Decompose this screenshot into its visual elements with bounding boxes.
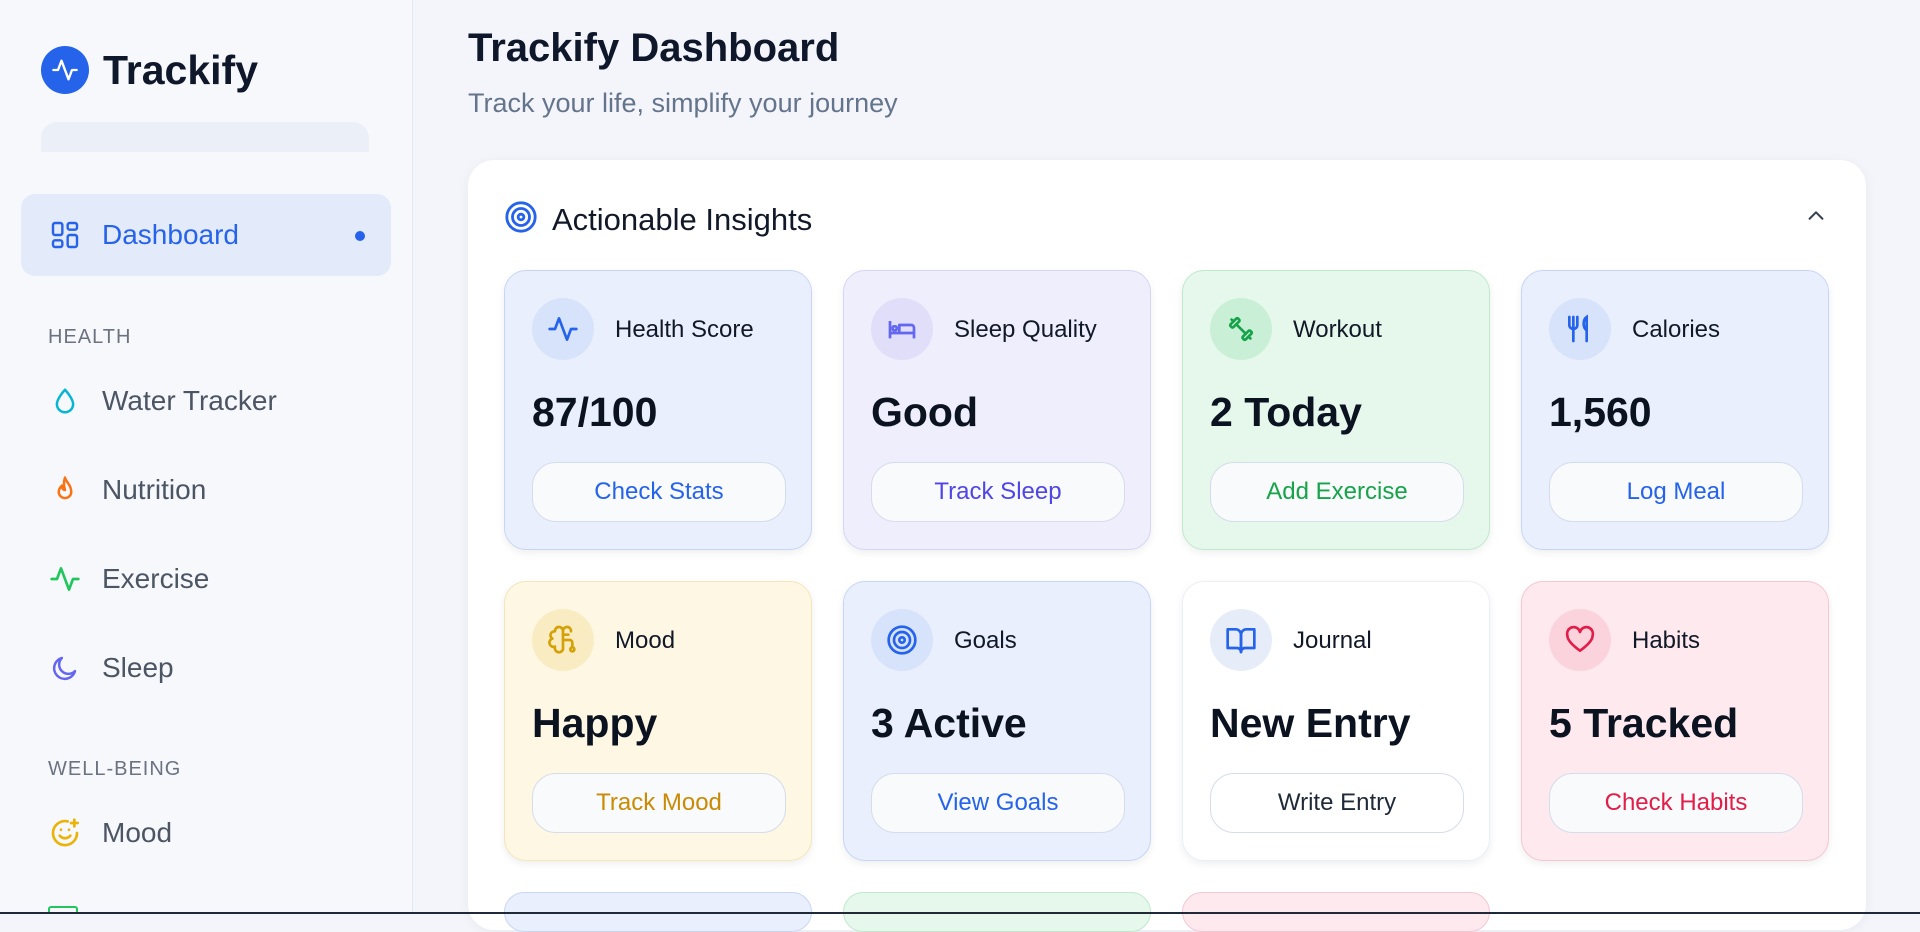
sidebar-item-label: Exercise <box>102 563 210 594</box>
card-value: 1,560 <box>1549 389 1652 435</box>
section-label-health: HEALTH <box>48 326 132 348</box>
target-icon <box>871 609 933 671</box>
droplet-icon <box>45 381 85 421</box>
card-value: Good <box>871 389 979 435</box>
sidebar-item-mood[interactable]: Mood <box>21 792 391 874</box>
chevron-up-icon <box>1805 205 1827 232</box>
activity-logo-icon <box>41 46 89 94</box>
card-label: Habits <box>1632 627 1701 654</box>
moon-icon <box>45 648 85 688</box>
card-value: 87/100 <box>532 389 658 435</box>
insight-card-goals: Goals 3 Active View Goals <box>843 581 1151 861</box>
card-label: Journal <box>1293 627 1372 654</box>
insight-card-calories: Calories 1,560 Log Meal <box>1521 270 1829 550</box>
card-label: Goals <box>954 627 1017 654</box>
brand[interactable]: Trackify <box>41 46 258 94</box>
layout-dashboard-icon <box>45 215 85 255</box>
sidebar-search-box[interactable] <box>41 122 369 152</box>
bed-icon <box>871 298 933 360</box>
track-sleep-button[interactable]: Track Sleep <box>871 462 1125 522</box>
card-label: Calories <box>1632 316 1721 343</box>
card-label: Workout <box>1293 316 1382 343</box>
sidebar-item-label: Sleep <box>102 652 174 683</box>
sidebar-item-label: Water Tracker <box>102 385 277 416</box>
insight-card-journal: Journal New Entry Write Entry <box>1182 581 1490 861</box>
section-label-well-being: WELL-BEING <box>48 758 182 780</box>
activity-icon <box>45 559 85 599</box>
log-meal-button[interactable]: Log Meal <box>1549 462 1803 522</box>
brain-icon <box>532 609 594 671</box>
insights-panel: Actionable Insights Health Score 87/100 … <box>468 160 1866 932</box>
insight-card-habits: Habits 5 Tracked Check Habits <box>1521 581 1829 861</box>
add-exercise-button[interactable]: Add Exercise <box>1210 462 1464 522</box>
check-habits-button[interactable]: Check Habits <box>1549 773 1803 833</box>
insight-card-workout: Workout 2 Today Add Exercise <box>1182 270 1490 550</box>
view-goals-button[interactable]: View Goals <box>871 773 1125 833</box>
sidebar-item-label: Dashboard <box>102 219 239 250</box>
smile-plus-icon <box>45 813 85 853</box>
dumbbell-icon <box>1210 298 1272 360</box>
insights-header: Actionable Insights <box>504 200 812 239</box>
activity-icon <box>532 298 594 360</box>
card-label: Sleep Quality <box>954 316 1097 343</box>
card-label: Health Score <box>615 316 754 343</box>
card-value: New Entry <box>1210 700 1411 746</box>
card-label: Mood <box>615 627 676 654</box>
sidebar-item-dashboard[interactable]: Dashboard <box>21 194 391 276</box>
card-value: 5 Tracked <box>1549 700 1739 746</box>
write-entry-button[interactable]: Write Entry <box>1210 773 1464 833</box>
sidebar: Trackify Dashboard HEALTH Water Tracker … <box>0 0 413 914</box>
insight-card-mood: Mood Happy Track Mood <box>504 581 812 861</box>
heart-icon <box>1549 609 1611 671</box>
track-mood-button[interactable]: Track Mood <box>532 773 786 833</box>
sidebar-item-exercise[interactable]: Exercise <box>21 538 391 620</box>
card-value: Happy <box>532 700 658 746</box>
utensils-icon <box>1549 298 1611 360</box>
collapse-button[interactable] <box>1802 204 1830 232</box>
insights-title: Actionable Insights <box>552 201 813 237</box>
sidebar-item-sleep[interactable]: Sleep <box>21 627 391 709</box>
insight-card-sleep-quality: Sleep Quality Good Track Sleep <box>843 270 1151 550</box>
check-stats-button[interactable]: Check Stats <box>532 462 786 522</box>
sidebar-item-label: Mood <box>102 817 173 848</box>
page-title: Trackify Dashboard <box>468 26 840 70</box>
card-value: 3 Active <box>871 700 1027 746</box>
sidebar-item-nutrition[interactable]: Nutrition <box>21 449 391 531</box>
active-indicator <box>355 231 365 241</box>
card-value: 2 Today <box>1210 389 1362 435</box>
flame-icon <box>45 470 85 510</box>
book-open-icon <box>1210 609 1272 671</box>
sidebar-item-water-tracker[interactable]: Water Tracker <box>21 360 391 442</box>
sidebar-item-label: Nutrition <box>102 474 207 505</box>
insight-card-health-score: Health Score 87/100 Check Stats <box>504 270 812 550</box>
page-subtitle: Track your life, simplify your journey <box>468 88 898 118</box>
brand-name: Trackify <box>103 46 258 93</box>
target-icon <box>504 200 538 239</box>
